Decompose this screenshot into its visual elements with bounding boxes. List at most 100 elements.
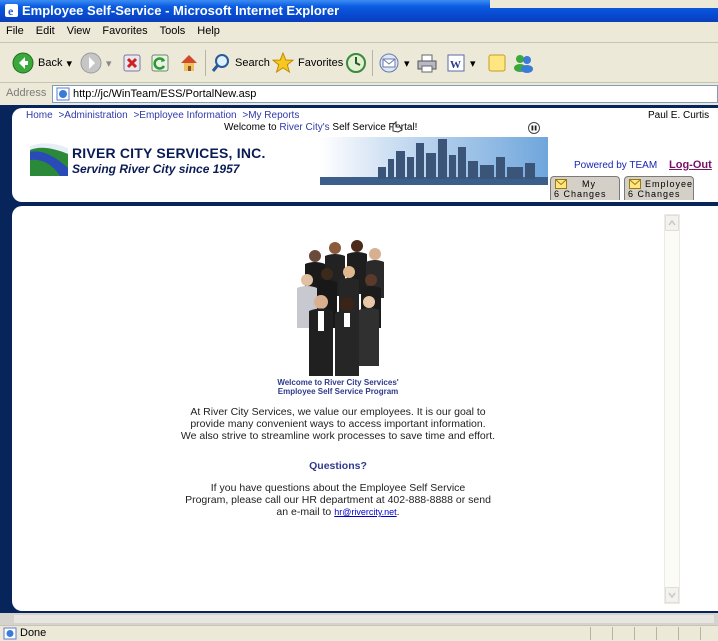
toolbar: Back ▾ ▾ Search Favorites ▾ W ▾ [0,43,718,83]
print-button[interactable] [416,49,438,77]
mail-dropdown-icon[interactable]: ▾ [404,57,410,70]
note-icon [488,54,506,72]
toolbar-separator [372,50,373,76]
status-divider [634,627,635,640]
forward-dropdown-icon[interactable]: ▾ [106,57,112,70]
search-button[interactable]: Search [211,49,270,77]
contact-line-2: Program, please call our HR department a… [185,494,491,506]
company-name: RIVER CITY SERVICES, INC. [72,145,266,161]
breadcrumb: Home >Administration >Employee Informati… [26,110,302,121]
welcome-prefix: Welcome to [224,122,280,133]
scroll-down-button[interactable] [665,587,679,603]
svg-text:W: W [450,59,461,71]
search-icon [211,54,229,72]
status-divider [612,627,613,640]
welcome-message: Welcome to River City's Self Service Por… [224,122,417,133]
forward-button[interactable]: ▾ [80,49,112,77]
stop-icon [123,54,141,72]
menu-edit[interactable]: Edit [30,22,61,37]
vertical-scrollbar[interactable] [664,214,680,604]
edit-button[interactable]: W ▾ [446,49,476,77]
questions-heading: Questions? [309,460,367,472]
address-input[interactable]: http://jc/WinTeam/ESS/PortalNew.asp [52,85,718,103]
menu-bar: File Edit View Favorites Tools Help [0,22,718,43]
back-arrow-icon [12,52,34,74]
email-link[interactable]: hr@rivercity.net [334,507,396,517]
messenger-icon [514,55,533,73]
envelope-icon [629,179,641,189]
history-icon [346,53,366,73]
horizontal-scrollbar[interactable] [0,613,718,625]
user-name: Paul E. Curtis [648,110,710,121]
home-button[interactable] [178,49,200,77]
logout-link[interactable]: Log-Out [669,159,712,171]
envelope-icon [555,179,567,189]
contact-line-3-suffix: . [396,506,400,518]
hand-icon [392,120,403,133]
svg-text:e: e [8,4,14,18]
favorites-button[interactable]: Favorites [272,49,343,77]
welcome-heading-1: Welcome to River City Services' [277,378,399,387]
home-icon [181,55,197,71]
favorites-star-icon [272,52,294,74]
messenger-button[interactable] [512,49,534,77]
menu-view[interactable]: View [61,22,97,37]
menu-favorites[interactable]: Favorites [96,22,153,37]
tab-employee-changes-title: Employee [645,179,694,189]
edit-dropdown-icon[interactable]: ▾ [470,57,476,70]
company-logo [30,140,68,176]
tab-employee-changes-count: 6 [628,189,635,199]
contact-line-3-prefix: an e-mail to [276,506,335,518]
intro-line-2: provide many convenient ways to access i… [190,418,486,430]
history-button[interactable] [345,49,367,77]
tab-my-changes-label: Changes [563,189,607,199]
company-tagline: Serving River City since 1957 [72,162,240,176]
menu-file[interactable]: File [0,22,30,37]
chevron-down-icon [668,592,676,599]
ie-logo-icon: e [5,4,18,18]
contact-line-1: If you have questions about the Employee… [210,482,466,494]
print-icon [417,54,437,73]
status-divider [656,627,657,640]
tab-employee-changes-label: Changes [637,189,681,199]
search-label: Search [235,57,270,69]
window-title: Employee Self-Service - Microsoft Intern… [22,3,340,18]
word-edit-icon: W [447,54,465,72]
menu-tools[interactable]: Tools [154,22,192,37]
page-content: Home >Administration >Employee Informati… [0,105,718,625]
breadcrumb-home[interactable]: Home [26,110,53,121]
address-bar: Address http://jc/WinTeam/ESS/PortalNew.… [0,83,718,105]
refresh-button[interactable] [150,49,170,77]
address-label: Address [6,87,47,99]
toolbar-separator [205,50,206,76]
city-skyline-banner [320,137,548,185]
page-icon [56,87,70,101]
intro-line-1: At River City Services, we value our emp… [190,406,486,418]
scroll-up-button[interactable] [665,215,679,231]
status-text: Done [20,627,47,639]
powered-by: Powered by TEAM [574,160,658,171]
scroll-thumb[interactable] [14,615,714,623]
stop-button[interactable] [122,49,142,77]
back-label: Back [38,57,63,69]
status-divider [700,627,701,640]
status-divider [590,627,591,640]
mail-button[interactable]: ▾ [378,49,410,77]
pause-icon[interactable] [528,122,540,134]
breadcrumb-administration[interactable]: >Administration [58,110,127,121]
discuss-button[interactable] [487,49,507,77]
back-dropdown-icon[interactable]: ▾ [66,57,72,70]
tab-employee-changes[interactable]: Employee 6 Changes [624,176,694,200]
back-button[interactable]: Back ▾ [12,49,72,77]
status-bar: Done [0,625,718,641]
breadcrumb-my-reports[interactable]: >My Reports [242,110,299,121]
business-team-image [297,240,384,376]
mail-icon [379,53,399,73]
forward-arrow-icon [80,52,102,74]
menu-help[interactable]: Help [191,22,226,37]
breadcrumb-employee-information[interactable]: >Employee Information [133,110,236,121]
tab-my-changes[interactable]: My 6 Changes [550,176,620,200]
welcome-heading-2: Employee Self Service Program [277,387,399,396]
refresh-icon [151,54,169,72]
welcome-suffix: Self Service Portal! [329,122,418,133]
